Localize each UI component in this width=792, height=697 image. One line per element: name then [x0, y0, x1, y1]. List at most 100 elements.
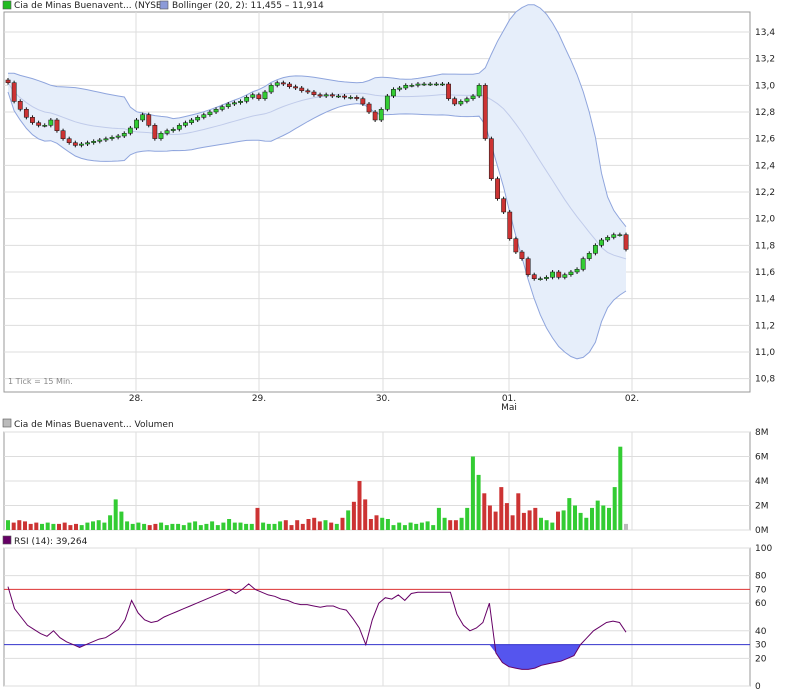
- volume-bar: [419, 522, 424, 530]
- candle-body: [262, 91, 268, 99]
- candle-body: [617, 234, 623, 236]
- volume-bar: [504, 503, 509, 530]
- volume-bar: [11, 522, 16, 530]
- candle-body: [568, 271, 574, 275]
- price-y-tick-label: 10,8: [755, 375, 775, 385]
- volume-bar: [312, 517, 317, 531]
- volume-y-tick-label: 8M: [755, 428, 769, 438]
- price-y-tick-label: 13,0: [755, 81, 775, 91]
- candle-body: [232, 102, 237, 105]
- volume-bar: [578, 512, 583, 530]
- candle-body: [195, 117, 201, 121]
- candle-body: [415, 83, 421, 86]
- volume-bar: [215, 525, 220, 530]
- candle-body: [121, 133, 127, 137]
- candle-body: [183, 122, 188, 126]
- volume-bar: [40, 523, 44, 530]
- volume-panel: Cia de Minas Buenavent... Volumen 0M 2M 4M…: [2, 418, 769, 536]
- candle-body: [152, 125, 158, 139]
- volume-bar: [385, 519, 390, 530]
- volume-bar: [113, 499, 118, 530]
- volume-bar: [351, 501, 356, 530]
- candle-body: [513, 238, 519, 253]
- volume-bar: [204, 523, 209, 530]
- candle-body: [562, 274, 568, 278]
- candle-body: [458, 101, 464, 105]
- candle-body: [537, 278, 543, 280]
- volume-bar: [283, 520, 288, 530]
- rsi-y-tick-label: 20: [755, 654, 767, 664]
- candle-body: [378, 109, 384, 121]
- rsi-y-tick-label: 60: [755, 599, 767, 609]
- volume-bar: [357, 481, 362, 530]
- volume-legend-label: Cia de Minas Buenavent... Volumen: [14, 420, 174, 430]
- volume-bar: [306, 519, 311, 530]
- volume-bar: [51, 523, 56, 530]
- price-y-tick-label: 11,2: [755, 321, 775, 331]
- volume-bar: [482, 493, 487, 531]
- candle-body: [384, 95, 390, 110]
- candle-body: [5, 79, 11, 83]
- candle-body: [146, 114, 152, 126]
- volume-bar: [91, 521, 95, 530]
- stock-chart: 10,8 11,0 11,2 11,4 11,6 11,8 12,0 12,2 12,4 12,6…: [2, 0, 775, 692]
- candle-body: [336, 95, 341, 98]
- candle-body: [397, 87, 403, 90]
- volume-bar: [465, 507, 470, 530]
- candle-body: [354, 97, 360, 99]
- volume-bar: [23, 521, 27, 530]
- candle-body: [360, 98, 366, 105]
- candle-body: [550, 271, 555, 278]
- candle-body: [574, 269, 580, 273]
- candle-body: [421, 83, 427, 86]
- candle-body: [366, 103, 372, 113]
- volume-bar: [510, 515, 515, 530]
- bollinger-legend-swatch: [159, 0, 169, 10]
- price-x-axis: 28. 29. 30. 01.Mai02.: [129, 394, 639, 413]
- volume-bar: [346, 510, 351, 530]
- candle-body: [403, 85, 409, 89]
- volume-bar: [567, 498, 572, 530]
- candle-body: [11, 82, 17, 102]
- candle-body: [317, 94, 323, 97]
- volume-bar: [556, 511, 560, 530]
- candle-body: [54, 119, 60, 131]
- volume-bar: [272, 523, 277, 530]
- candle-body: [170, 129, 176, 131]
- volume-bar: [442, 517, 447, 531]
- price-y-tick-label: 11,6: [755, 268, 775, 278]
- candle-body: [311, 91, 317, 95]
- volume-bar: [164, 525, 169, 530]
- volume-bar: [380, 517, 385, 531]
- candle-body: [507, 211, 513, 239]
- candle-body: [287, 83, 292, 87]
- volume-bar: [476, 474, 481, 530]
- candle-body: [238, 101, 243, 103]
- rsi-y-tick-label: 100: [755, 544, 772, 554]
- volume-bar: [295, 520, 300, 530]
- candle-body: [23, 109, 29, 118]
- candle-body: [268, 85, 274, 93]
- volume-bar: [187, 522, 192, 530]
- volume-bar: [618, 446, 623, 530]
- volume-y-tick-label: 4M: [755, 477, 769, 487]
- volume-y-tick-label: 0M: [755, 526, 769, 536]
- volume-bar: [159, 522, 164, 530]
- rsi-plot-area: [3, 547, 751, 687]
- volume-bar: [79, 525, 84, 530]
- x-tick-label: 29.: [252, 394, 266, 404]
- candle-body: [72, 142, 78, 146]
- volume-bar: [249, 523, 254, 530]
- volume-bar: [391, 525, 396, 530]
- volume-bar: [289, 525, 294, 530]
- candle-body: [60, 130, 66, 139]
- volume-bar: [238, 522, 243, 530]
- volume-bar: [595, 500, 600, 530]
- volume-bar: [96, 520, 101, 530]
- candle-body: [79, 143, 84, 146]
- volume-bar: [34, 522, 39, 530]
- candle-body: [140, 114, 146, 121]
- candle-body: [427, 83, 433, 86]
- volume-bar: [147, 525, 152, 530]
- candle-body: [348, 97, 354, 99]
